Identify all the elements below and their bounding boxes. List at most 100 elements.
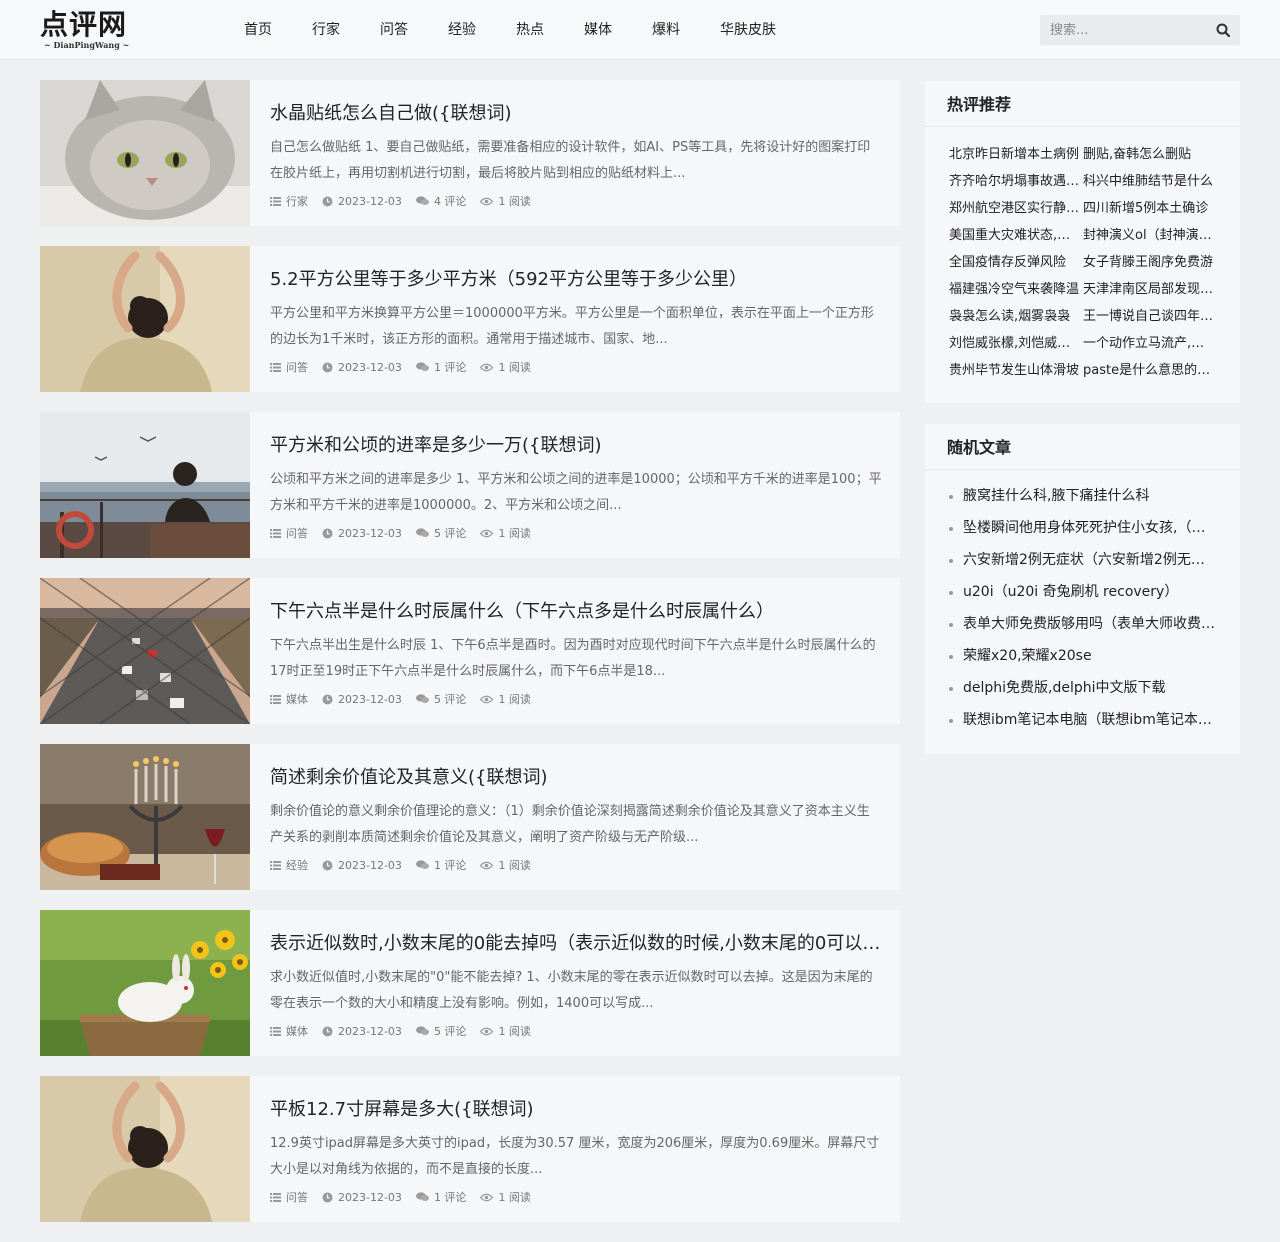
- article-meta: 媒体 2023-12-03 5 评论 1 阅读: [270, 1023, 545, 1039]
- article-title[interactable]: 简述剩余价值论及其意义({联想词): [270, 764, 882, 792]
- eye-icon: [480, 861, 494, 869]
- article-excerpt: 平方公里和平方米换算平方公里＝1000000平方米。平方公里是一个面积单位，表示…: [270, 306, 874, 347]
- meta-category[interactable]: 行家: [270, 193, 308, 209]
- meta-category-label: 媒体: [286, 1025, 308, 1038]
- hot-item[interactable]: 全国疫情存反弹风险: [949, 249, 1081, 276]
- article-thumbnail[interactable]: [40, 1076, 250, 1222]
- article-thumbnail[interactable]: [40, 744, 250, 890]
- meta-date: 2023-12-03: [322, 859, 402, 872]
- article-title[interactable]: 表示近似数时,小数末尾的0能去掉吗（表示近似数的时候,小数末尾的0可以去掉吗）: [270, 930, 882, 958]
- meta-comments: 4 评论: [415, 193, 467, 209]
- article-thumbnail[interactable]: [40, 246, 250, 392]
- meta-category[interactable]: 媒体: [270, 1023, 308, 1039]
- meta-category[interactable]: 问答: [270, 1189, 308, 1205]
- search-button[interactable]: [1206, 15, 1240, 45]
- meta-comments: 5 评论: [415, 525, 466, 541]
- nav-item-hot[interactable]: 热点: [496, 0, 564, 60]
- hot-item[interactable]: paste是什么意思的英语: [1083, 357, 1215, 384]
- meta-date-label: 2023-12-03: [338, 692, 402, 706]
- random-item-link[interactable]: 腋窝挂什么科,腋下痛挂什么科: [963, 480, 1215, 512]
- meta-category[interactable]: 媒体: [270, 691, 308, 707]
- nav-item-experts[interactable]: 行家: [292, 0, 360, 60]
- article-thumbnail[interactable]: [40, 578, 250, 724]
- hot-item[interactable]: 删贴,奋韩怎么删贴: [1083, 141, 1215, 168]
- random-item-link[interactable]: 联想ibm笔记本电脑（联想ibm笔记本电脑型号）: [963, 704, 1215, 736]
- random-item-link[interactable]: delphi免费版,delphi中文版下载: [963, 672, 1215, 704]
- category-icon: [270, 694, 281, 704]
- article-excerpt: 下午六点半出生是什么时辰 1、下午6点半是酉时。因为酉时对应现代时间下午六点半是…: [270, 638, 876, 679]
- random-item-link[interactable]: u20i（u20i 奇兔刷机 recovery）: [963, 576, 1215, 608]
- main-nav: 首页 行家 问答 经验 热点 媒体 爆料 华肤皮肤: [224, 0, 796, 60]
- hot-item[interactable]: 刘恺威张檬,刘恺威杨幂: [949, 330, 1081, 357]
- article-title[interactable]: 5.2平方公里等于多少平方米（592平方公里等于多少公里）: [270, 266, 882, 294]
- meta-views-label: 1 阅读: [498, 1025, 531, 1038]
- article-card: 下午六点半是什么时辰属什么（下午六点多是什么时辰属什么） 下午六点半出生是什么时辰…: [40, 578, 900, 724]
- article-excerpt: 求小数近似值时,小数末尾的"0"能不能去掉? 1、小数末尾的零在表示近似数时可以…: [270, 970, 873, 1011]
- clock-icon: [322, 1026, 333, 1036]
- random-item-link[interactable]: 六安新增2例无症状（六安新增2例无症状感染者）: [963, 544, 1215, 576]
- meta-date-label: 2023-12-03: [338, 526, 402, 540]
- hot-item[interactable]: 天津津南区局部发现病例: [1083, 276, 1215, 303]
- hot-item[interactable]: 齐齐哈尔坍塌事故遇难者: [949, 168, 1081, 195]
- hot-item[interactable]: 贵州毕节发生山体滑坡: [949, 357, 1081, 384]
- nav-item-leaks[interactable]: 爆料: [632, 0, 700, 60]
- hot-item[interactable]: 福建强冷空气来袭降温: [949, 276, 1081, 303]
- meta-date: 2023-12-03: [322, 527, 402, 540]
- article-thumbnail[interactable]: [40, 412, 250, 558]
- random-item-link[interactable]: 坠楼瞬间他用身体死死护住小女孩,（坠楼）: [963, 512, 1215, 544]
- hot-item[interactable]: 封神演义ol（封神演义）: [1083, 222, 1215, 249]
- hot-item[interactable]: 袅袅怎么读,烟雾袅袅: [949, 303, 1081, 330]
- article-meta: 问答 2023-12-03 1 评论 1 阅读: [270, 1189, 545, 1205]
- hot-item[interactable]: 四川新增5例本土确诊: [1083, 195, 1215, 222]
- meta-views-label: 1 阅读: [498, 527, 531, 540]
- nav-item-qa[interactable]: 问答: [360, 0, 428, 60]
- article-card: 表示近似数时,小数末尾的0能去掉吗（表示近似数的时候,小数末尾的0可以去掉吗） 求…: [40, 910, 900, 1056]
- meta-views: 1 阅读: [480, 359, 531, 375]
- hot-item[interactable]: 科兴中维肺结节是什么: [1083, 168, 1215, 195]
- article-card: 平板12.7寸屏幕是多大({联想词) 12.9英寸ipad屏幕是多大英寸的ipad…: [40, 1076, 900, 1222]
- nav-item-home[interactable]: 首页: [224, 0, 292, 60]
- meta-views-label: 1 阅读: [498, 693, 531, 706]
- comment-icon: [415, 860, 429, 869]
- article-thumbnail[interactable]: [40, 910, 250, 1056]
- meta-category-label: 媒体: [286, 693, 308, 706]
- nav-item-skin[interactable]: 华肤皮肤: [700, 0, 796, 60]
- hot-widget: 热评推荐 北京昨日新增本土病例 删贴,奋韩怎么删贴 齐齐哈尔坍塌事故遇难者 科兴中维肺…: [925, 81, 1240, 403]
- random-item: delphi免费版,delphi中文版下载: [949, 672, 1215, 704]
- search-input[interactable]: [1040, 15, 1205, 45]
- hot-item[interactable]: 女子背滕王阁序免费游: [1083, 249, 1215, 276]
- meta-comments: 1 评论: [415, 857, 466, 873]
- meta-views-label: 1 阅读: [498, 1191, 531, 1204]
- meta-date: 2023-12-03: [322, 195, 402, 208]
- nav-item-media[interactable]: 媒体: [564, 0, 632, 60]
- random-item: 坠楼瞬间他用身体死死护住小女孩,（坠楼）: [949, 512, 1215, 544]
- hot-item[interactable]: 一个动作立马流产,怀孕: [1083, 330, 1215, 357]
- article-thumbnail[interactable]: [40, 80, 250, 226]
- article-meta: 行家 2023-12-03 4 评论 1 阅读: [270, 193, 545, 209]
- clock-icon: [322, 196, 333, 206]
- meta-comments-label: 4 评论: [433, 195, 467, 208]
- random-item-link[interactable]: 荣耀x20,荣耀x20se: [963, 640, 1215, 672]
- meta-category[interactable]: 问答: [270, 359, 308, 375]
- article-title[interactable]: 下午六点半是什么时辰属什么（下午六点多是什么时辰属什么）: [270, 598, 882, 626]
- meta-category-label: 问答: [286, 527, 308, 540]
- random-item-link[interactable]: 表单大师免费版够用吗（表单大师收费吗）: [963, 608, 1215, 640]
- article-title[interactable]: 平方米和公顷的进率是多少一万({联想词): [270, 432, 882, 460]
- nav-item-experience[interactable]: 经验: [428, 0, 496, 60]
- article-meta: 问答 2023-12-03 5 评论 1 阅读: [270, 525, 545, 541]
- site-logo[interactable]: 点评网 ~ DianPingWang ~: [40, 10, 130, 54]
- hot-item[interactable]: 美国重大灾难状态,美国: [949, 222, 1081, 249]
- meta-category[interactable]: 问答: [270, 525, 308, 541]
- hot-item[interactable]: 郑州航空港区实行静态管理: [949, 195, 1081, 222]
- article-title[interactable]: 水晶贴纸怎么自己做({联想词): [270, 100, 882, 128]
- meta-date: 2023-12-03: [322, 1191, 402, 1204]
- meta-comments: 5 评论: [415, 1023, 466, 1039]
- meta-category[interactable]: 经验: [270, 857, 308, 873]
- meta-date-label: 2023-12-03: [338, 1190, 402, 1204]
- logo-subtext: ~ DianPingWang ~: [44, 40, 130, 50]
- comment-icon: [415, 196, 429, 205]
- hot-item[interactable]: 王一博说自己谈四年恋爱: [1083, 303, 1215, 330]
- hot-item[interactable]: 北京昨日新增本土病例: [949, 141, 1081, 168]
- meta-views: 1 阅读: [480, 1023, 531, 1039]
- article-title[interactable]: 平板12.7寸屏幕是多大({联想词): [270, 1096, 882, 1124]
